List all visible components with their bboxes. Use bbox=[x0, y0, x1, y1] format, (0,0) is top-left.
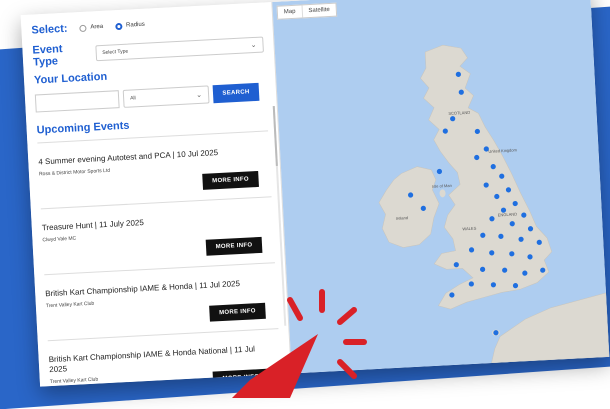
events-screen: Select: Area Radius Event Type Select Ty… bbox=[20, 0, 610, 387]
radio-area[interactable]: Area bbox=[79, 23, 104, 32]
map-label-isle-of-man: Isle of Man bbox=[432, 183, 452, 189]
map-great-britain bbox=[420, 44, 553, 310]
map-canvas[interactable]: SCOTLAND United Kingdom Isle of Man Irel… bbox=[272, 0, 610, 373]
list-item: British Kart Championship IAME & Honda |… bbox=[44, 263, 279, 342]
search-button[interactable]: SEARCH bbox=[212, 82, 260, 104]
radio-radius-label: Radius bbox=[125, 21, 145, 29]
radio-radius[interactable]: Radius bbox=[114, 21, 145, 30]
map-label-united-kingdom: United Kingdom bbox=[488, 147, 517, 154]
tab-map[interactable]: Map bbox=[278, 5, 302, 18]
chevron-down-icon: ⌄ bbox=[196, 91, 203, 100]
events-list: 4 Summer evening Autotest and PCA | 10 J… bbox=[37, 131, 282, 387]
location-row: All ⌄ SEARCH bbox=[34, 82, 267, 113]
map-ireland bbox=[378, 166, 440, 248]
radio-radius-dot[interactable] bbox=[114, 22, 123, 30]
map-france bbox=[491, 292, 610, 364]
event-type-select[interactable]: Select Type ⌄ bbox=[94, 36, 264, 62]
location-input[interactable] bbox=[34, 90, 120, 113]
events-scrollbar-thumb[interactable] bbox=[272, 105, 278, 167]
map-marker[interactable] bbox=[436, 168, 443, 175]
radio-area-dot[interactable] bbox=[79, 24, 87, 32]
map-label-wales: WALES bbox=[462, 226, 476, 232]
event-type-value: Select Type bbox=[102, 48, 129, 56]
event-type-row: Event Type Select Type ⌄ bbox=[32, 33, 264, 69]
events-map[interactable]: SCOTLAND United Kingdom Isle of Man Irel… bbox=[272, 0, 610, 374]
more-info-button[interactable]: MORE INFO bbox=[205, 236, 263, 256]
map-label-ireland: Ireland bbox=[396, 215, 408, 221]
more-info-button[interactable]: MORE INFO bbox=[209, 302, 266, 322]
map-label-england: ENGLAND bbox=[498, 211, 518, 217]
list-item: Treasure Hunt | 11 July 2025 Clwyd Vale … bbox=[40, 197, 275, 276]
radius-select-value: All bbox=[130, 95, 136, 102]
event-type-label: Event Type bbox=[32, 43, 63, 69]
map-isle-of-man bbox=[439, 189, 446, 198]
select-label: Select: bbox=[31, 22, 68, 37]
radio-area-label: Area bbox=[90, 23, 104, 31]
chevron-down-icon: ⌄ bbox=[250, 41, 257, 50]
list-item: 4 Summer evening Autotest and PCA | 10 J… bbox=[37, 131, 272, 210]
select-row: Select: Area Radius bbox=[31, 13, 262, 37]
more-info-button[interactable]: MORE INFO bbox=[202, 170, 259, 190]
radius-select[interactable]: All ⌄ bbox=[122, 85, 210, 108]
search-panel: Select: Area Radius Event Type Select Ty… bbox=[20, 1, 292, 387]
tab-satellite[interactable]: Satellite bbox=[301, 3, 337, 18]
